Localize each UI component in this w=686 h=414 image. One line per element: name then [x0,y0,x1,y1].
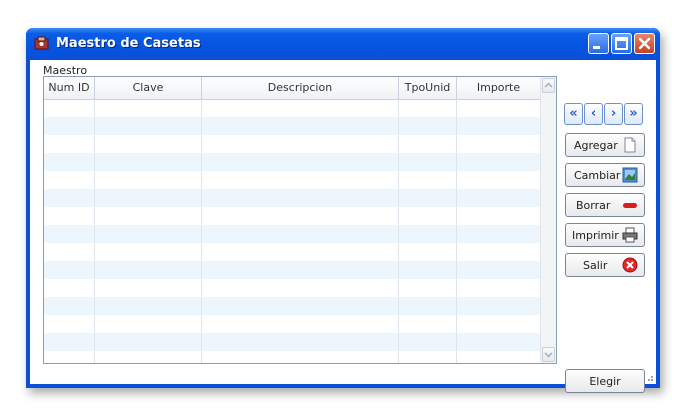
window: Maestro de Casetas Maestro Num ID Clave … [26,28,660,393]
table-row[interactable] [44,117,541,135]
minus-icon [623,203,637,208]
chevron-left-icon: ‹ [590,106,597,121]
new-document-icon [624,137,636,153]
close-circle-icon [622,257,638,273]
chevron-down-icon [544,352,553,358]
exit-button-label: Salir [583,259,608,272]
table-row[interactable] [44,171,541,189]
edit-picture-icon [622,167,638,183]
maximize-button[interactable] [611,33,632,54]
column-divider [456,99,457,363]
column-divider [201,99,202,363]
data-grid[interactable]: Num ID Clave Descripcion TpoUnid Importe [43,76,557,364]
record-navigation: « ‹ › » [564,103,644,125]
delete-button-label: Borrar [576,199,611,212]
close-button[interactable] [634,33,655,54]
chevron-right-icon: › [610,106,617,121]
table-row[interactable] [44,99,541,117]
table-row[interactable] [44,297,541,315]
minimize-icon [593,46,600,49]
column-header-importe[interactable]: Importe [457,77,541,99]
nav-first-button[interactable]: « [564,103,583,125]
table-row[interactable] [44,189,541,207]
edit-button-label: Cambiar [574,169,621,182]
table-row[interactable] [44,243,541,261]
grid-body [44,99,541,363]
scroll-down-button[interactable] [542,347,555,362]
title-bar[interactable]: Maestro de Casetas [26,28,660,60]
table-row[interactable] [44,315,541,333]
add-button-label: Agregar [574,139,618,152]
maximize-icon [615,37,628,50]
column-header-num-id[interactable]: Num ID [44,77,95,99]
select-button-label: Elegir [589,375,621,388]
nav-last-button[interactable]: » [624,103,643,125]
double-chevron-left-icon: « [569,106,578,121]
table-row[interactable] [44,153,541,171]
vertical-scrollbar[interactable] [540,77,556,363]
printer-icon [622,227,638,243]
column-header-tpounid[interactable]: TpoUnid [399,77,457,99]
exit-button[interactable]: Salir [565,253,645,277]
double-chevron-right-icon: » [629,106,638,121]
table-row[interactable] [44,135,541,153]
window-client-area: Maestro Num ID Clave Descripcion TpoUnid… [30,60,656,393]
nav-prev-button[interactable]: ‹ [584,103,603,125]
select-button[interactable]: Elegir [565,369,645,393]
resize-grip-icon[interactable] [644,372,654,382]
chevron-up-icon [544,82,553,88]
table-row[interactable] [44,261,541,279]
delete-button[interactable]: Borrar [565,193,645,217]
column-divider [398,99,399,363]
column-divider [94,99,95,363]
table-row[interactable] [44,225,541,243]
column-header-descripcion[interactable]: Descripcion [202,77,399,99]
table-row[interactable] [44,279,541,297]
grid-header: Num ID Clave Descripcion TpoUnid Importe [44,77,541,100]
table-row[interactable] [44,351,541,363]
nav-next-button[interactable]: › [604,103,623,125]
close-icon [638,37,651,50]
edit-button[interactable]: Cambiar [565,163,645,187]
print-button-label: Imprimir [572,229,619,242]
table-row[interactable] [44,207,541,225]
app-icon [34,36,49,50]
column-header-clave[interactable]: Clave [95,77,202,99]
table-row[interactable] [44,333,541,351]
print-button[interactable]: Imprimir [565,223,645,247]
window-title: Maestro de Casetas [56,36,201,51]
minimize-button[interactable] [588,33,609,54]
add-button[interactable]: Agregar [565,133,645,157]
scroll-up-button[interactable] [542,78,555,93]
